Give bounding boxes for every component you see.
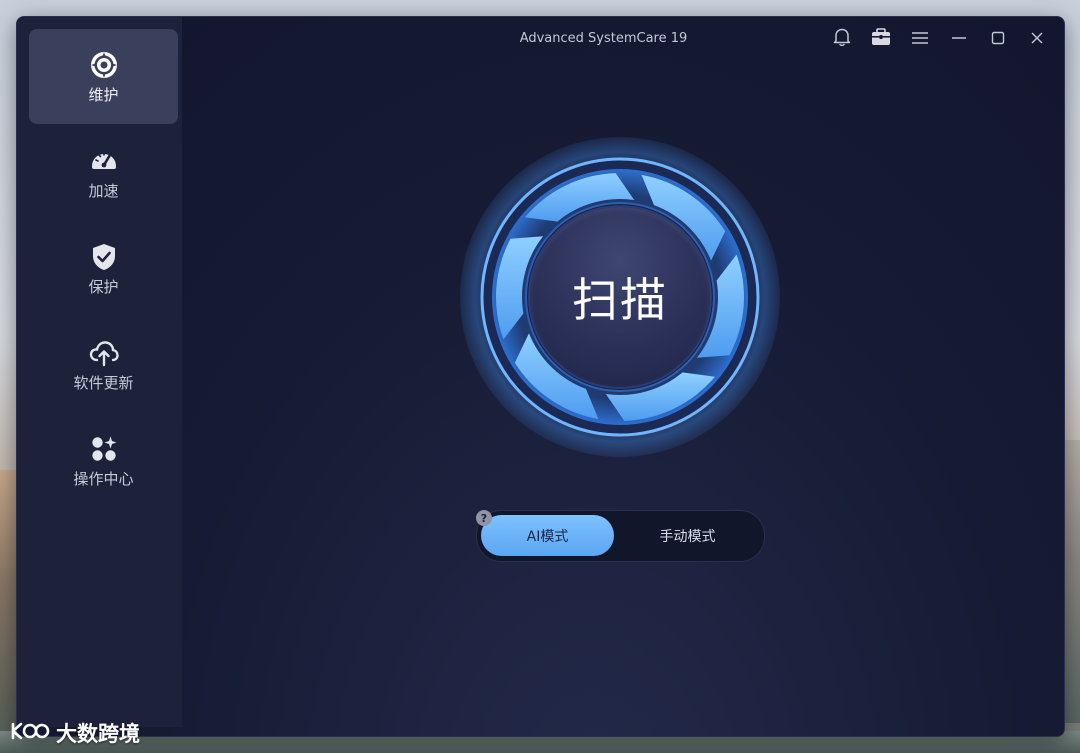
cloud-upload-icon [88, 337, 120, 369]
notifications-button[interactable] [822, 26, 861, 52]
sidebar: 维护 加速 保护 软件更新 操作中心 [17, 17, 182, 727]
sidebar-item-protect[interactable]: 保护 [29, 221, 178, 316]
mode-toggle: AI模式 手动模式 [476, 510, 765, 562]
menu-button[interactable] [900, 26, 939, 52]
sidebar-item-label: 保护 [88, 277, 119, 296]
speedometer-icon [88, 145, 120, 177]
sidebar-item-action-center[interactable]: 操作中心 [29, 413, 178, 508]
watermark: 大数跨境 [10, 718, 140, 748]
close-icon [1030, 30, 1044, 49]
scan-dial: 扫描 [460, 137, 780, 457]
sidebar-item-software-update[interactable]: 软件更新 [29, 317, 178, 412]
maximize-icon [991, 30, 1005, 49]
scan-button[interactable]: 扫描 [530, 207, 710, 387]
watermark-text: 大数跨境 [56, 722, 140, 746]
app-window: 维护 加速 保护 软件更新 操作中心 Advanced SystemCare 1… [16, 16, 1065, 737]
toolbox-button[interactable] [861, 26, 900, 52]
sidebar-item-maintenance[interactable]: 维护 [29, 29, 178, 124]
sidebar-item-label: 软件更新 [73, 373, 134, 392]
maximize-button[interactable] [978, 26, 1017, 52]
window-title: Advanced SystemCare 19 [519, 31, 688, 46]
maintenance-icon [88, 49, 120, 81]
shield-check-icon [88, 241, 120, 273]
manual-mode-option[interactable]: 手动模式 [621, 515, 754, 556]
minimize-button[interactable] [939, 26, 978, 52]
bell-icon [833, 27, 851, 51]
action-center-icon [88, 433, 120, 465]
close-button[interactable] [1017, 26, 1056, 52]
menu-icon [911, 30, 928, 49]
sidebar-item-label: 加速 [88, 181, 119, 200]
sidebar-item-label: 维护 [88, 85, 119, 104]
mode-help-icon[interactable]: ? [476, 510, 492, 526]
minimize-icon [951, 30, 967, 49]
ai-mode-option[interactable]: AI模式 [481, 515, 614, 556]
sidebar-item-label: 操作中心 [73, 469, 134, 488]
gift-box-icon [871, 28, 891, 50]
sidebar-item-speed-up[interactable]: 加速 [29, 125, 178, 220]
watermark-logo-icon [10, 720, 50, 747]
titlebar-controls [822, 26, 1056, 52]
